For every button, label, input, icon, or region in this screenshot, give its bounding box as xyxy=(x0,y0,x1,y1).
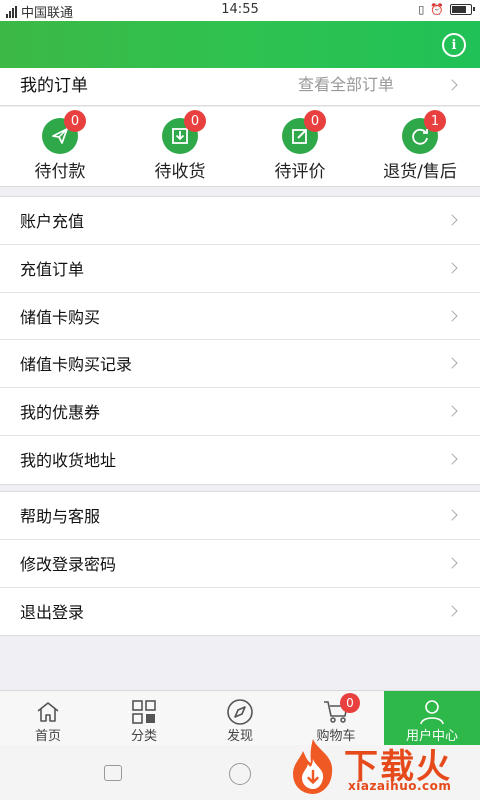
cart-badge: 0 xyxy=(340,693,360,713)
menu-item-label: 我的优惠券 xyxy=(20,403,101,423)
menu-item-buy-stored-value-card[interactable]: 储值卡购买 xyxy=(0,293,480,341)
home-icon xyxy=(33,698,63,726)
chevron-right-icon xyxy=(446,79,458,91)
chevron-right-icon xyxy=(446,214,458,226)
grid-icon xyxy=(129,698,159,726)
my-orders-title: 我的订单 xyxy=(20,76,88,96)
menu-item-label: 充值订单 xyxy=(20,259,85,279)
order-status-label: 待收货 xyxy=(154,162,206,182)
menu-item-change-password[interactable]: 修改登录密码 xyxy=(0,540,480,588)
menu-item-my-coupons[interactable]: 我的优惠券 xyxy=(0,388,480,436)
compass-icon xyxy=(225,698,255,726)
status-bar: 中国联通 14:55 ▯ ⏰ xyxy=(0,0,480,21)
tab-home[interactable]: 首页 xyxy=(0,691,96,745)
menu-item-label: 储值卡购买 xyxy=(20,307,101,327)
order-status-pending-review[interactable]: 0 待评价 xyxy=(240,107,360,186)
order-badge: 0 xyxy=(184,110,206,132)
watermark-logo: 下载火 xiazaihuo.com xyxy=(282,735,480,800)
tab-label: 发现 xyxy=(226,729,253,744)
tab-label: 分类 xyxy=(130,729,157,744)
chevron-right-icon xyxy=(446,604,458,617)
order-status-label: 退货/售后 xyxy=(383,162,457,182)
order-status-pending-receipt[interactable]: 0 待收货 xyxy=(120,107,240,186)
tab-label: 首页 xyxy=(34,729,61,744)
vibrate-icon: ▯ xyxy=(418,3,425,16)
order-status-returns[interactable]: 1 退货/售后 xyxy=(360,107,480,186)
order-status-label: 待付款 xyxy=(34,162,86,182)
menu-item-card-purchase-history[interactable]: 储值卡购买记录 xyxy=(0,340,480,389)
info-icon[interactable]: i xyxy=(442,33,466,57)
order-status-label: 待评价 xyxy=(274,162,326,182)
chevron-right-icon xyxy=(446,357,458,370)
watermark-domain: xiazaihuo.com xyxy=(348,779,452,793)
chevron-right-icon xyxy=(446,309,458,322)
menu-item-label: 我的收货地址 xyxy=(20,450,117,470)
view-all-orders-link[interactable]: 查看全部订单 xyxy=(298,71,394,95)
order-status-pending-payment[interactable]: 0 待付款 xyxy=(0,107,120,186)
menu-item-shipping-address[interactable]: 我的收货地址 xyxy=(0,436,480,484)
menu-item-label: 帮助与客服 xyxy=(20,507,101,526)
header-bar: i xyxy=(0,21,480,68)
menu-item-label: 退出登录 xyxy=(20,602,85,622)
chevron-right-icon xyxy=(446,262,458,274)
home-button-icon[interactable] xyxy=(229,763,251,785)
user-icon xyxy=(417,698,447,726)
battery-icon xyxy=(450,4,475,15)
status-right: ▯ ⏰ xyxy=(418,3,475,16)
order-status-bar: 0 待付款 0 待收货 0 待评价 1 退货/售后 xyxy=(0,107,480,187)
recent-apps-icon[interactable] xyxy=(104,765,122,781)
order-badge: 0 xyxy=(304,110,326,132)
menu-item-account-recharge[interactable]: 账户充值 xyxy=(0,197,480,245)
menu-item-label: 账户充值 xyxy=(20,212,85,231)
menu-item-label: 修改登录密码 xyxy=(20,554,117,574)
chevron-right-icon xyxy=(446,557,458,569)
clock: 14:55 xyxy=(221,2,259,17)
flame-logo-icon xyxy=(293,739,333,794)
chevron-right-icon xyxy=(446,453,458,465)
chevron-right-icon xyxy=(446,405,458,417)
my-orders-row[interactable]: 我的订单 查看全部订单 xyxy=(0,68,480,106)
menu-item-recharge-orders[interactable]: 充值订单 xyxy=(0,245,480,293)
menu-item-logout[interactable]: 退出登录 xyxy=(0,588,480,636)
settings-menu-group: 帮助与客服 修改登录密码 退出登录 xyxy=(0,491,480,637)
order-badge: 1 xyxy=(424,110,446,132)
chevron-right-icon xyxy=(446,509,458,521)
menu-item-label: 储值卡购买记录 xyxy=(20,355,133,375)
tab-category[interactable]: 分类 xyxy=(96,691,192,745)
tab-discover[interactable]: 发现 xyxy=(192,691,288,745)
alarm-icon: ⏰ xyxy=(430,3,444,16)
menu-item-help-support[interactable]: 帮助与客服 xyxy=(0,492,480,540)
order-badge: 0 xyxy=(64,110,86,132)
account-menu-group: 账户充值 充值订单 储值卡购买 储值卡购买记录 我的优惠券 我的收货地址 xyxy=(0,196,480,485)
